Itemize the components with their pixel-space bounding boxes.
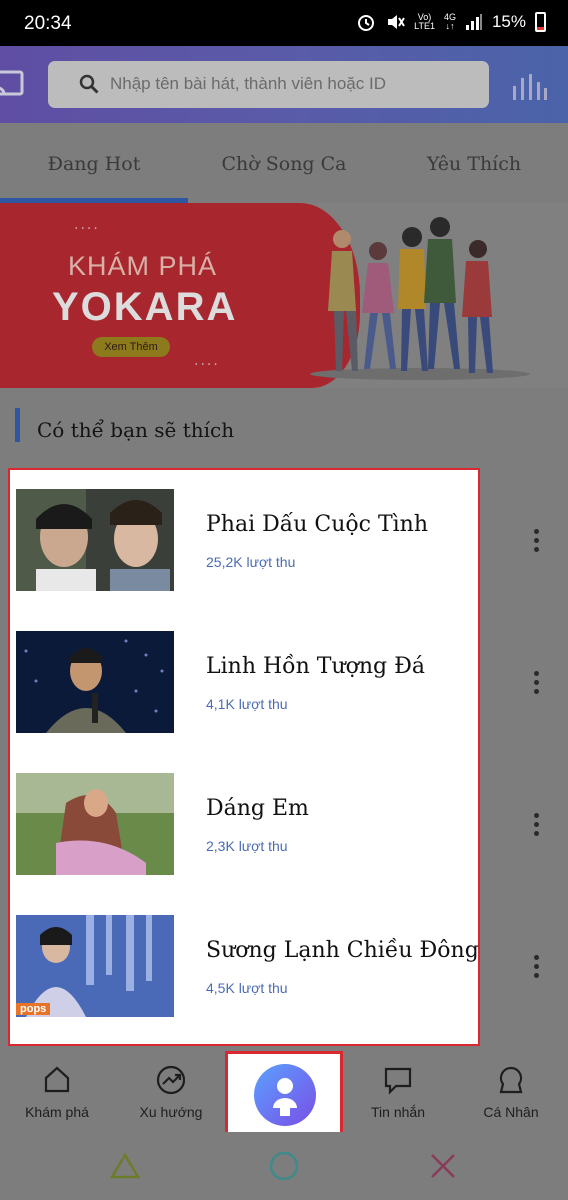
nav-tin-nhan[interactable]: Tin nhắn — [342, 1046, 454, 1132]
song-item[interactable]: Phai Dấu Cuộc Tình 25,2K lượt thu — [10, 470, 478, 612]
song-item[interactable]: Dáng Em 2,3K lượt thu — [10, 754, 478, 896]
message-icon — [384, 1067, 412, 1095]
recents-icon[interactable] — [429, 1152, 457, 1180]
trending-icon — [156, 1065, 186, 1095]
song-play-count: 2,3K lượt thu — [206, 838, 288, 854]
banner-dots: ···· — [74, 221, 100, 237]
more-options-icon[interactable] — [532, 813, 540, 839]
mute-icon — [388, 15, 405, 29]
more-options-icon[interactable] — [532, 529, 540, 555]
banner-line2: YOKARA — [52, 285, 238, 329]
home-icon — [44, 1066, 70, 1093]
system-nav-bar — [0, 1132, 568, 1200]
nav-kham-pha[interactable]: Khám phá — [0, 1046, 114, 1132]
song-title: Dáng Em — [206, 796, 309, 821]
home-circle-icon[interactable] — [268, 1150, 300, 1182]
song-thumbnail — [16, 489, 174, 591]
battery-percent: 15% — [491, 12, 526, 31]
banner-dots: ···· — [194, 357, 220, 373]
network-type: 4G ↓↑ — [443, 12, 456, 31]
search-input[interactable]: Nhập tên bài hát, thành viên hoặc ID — [48, 61, 489, 108]
search-placeholder: Nhập tên bài hát, thành viên hoặc ID — [110, 74, 386, 93]
song-title: Phai Dấu Cuộc Tình — [206, 512, 429, 537]
section-header: Có thể bạn sẽ thích — [0, 388, 568, 470]
nav-xu-huong[interactable]: Xu hướng — [114, 1046, 228, 1132]
section-title: Có thể bạn sẽ thích — [37, 418, 235, 442]
pops-badge: pops — [16, 1003, 51, 1015]
back-icon[interactable] — [110, 1152, 140, 1180]
nav-label: Tin nhắn — [371, 1104, 425, 1120]
status-time: 20:34 — [24, 13, 72, 34]
nav-label: Xu hướng — [139, 1104, 203, 1120]
more-options-icon[interactable] — [532, 671, 540, 697]
volte-label: Vo) LTE1 — [414, 12, 435, 31]
equalizer-icon[interactable] — [511, 74, 547, 100]
record-button[interactable] — [254, 1064, 316, 1126]
song-list: Phai Dấu Cuộc Tình 25,2K lượt thu Linh H… — [8, 468, 480, 1046]
promo-banner[interactable]: ···· ···· KHÁM PHÁ YOKARA Xem Thêm — [0, 203, 568, 388]
song-title: Sương Lạnh Chiều Đông — [206, 938, 479, 963]
song-play-count: 25,2K lượt thu — [206, 554, 296, 570]
cast-icon[interactable] — [0, 70, 26, 100]
status-bar: 20:34 Vo) LTE1 4G ↓↑ 15% — [0, 0, 568, 46]
song-title: Linh Hồn Tượng Đá — [206, 654, 425, 679]
nav-label: Khám phá — [25, 1104, 89, 1120]
nav-record-highlight[interactable] — [225, 1051, 343, 1138]
search-icon — [79, 74, 99, 94]
banner-more-button[interactable]: Xem Thêm — [92, 337, 170, 357]
profile-icon — [499, 1066, 523, 1094]
record-icon — [273, 1078, 297, 1116]
app-header: Nhập tên bài hát, thành viên hoặc ID — [0, 46, 568, 123]
tab-bar: Đang Hot Chờ Song Ca Yêu Thích — [0, 123, 568, 203]
battery-icon — [535, 12, 546, 32]
section-accent-bar — [15, 408, 20, 442]
song-play-count: 4,1K lượt thu — [206, 696, 288, 712]
song-thumbnail: pops — [16, 915, 174, 1017]
song-thumbnail — [16, 631, 174, 733]
singers-illustration — [310, 217, 530, 380]
more-options-icon[interactable] — [532, 955, 540, 981]
song-play-count: 4,5K lượt thu — [206, 980, 288, 996]
status-icons: Vo) LTE1 4G ↓↑ 15% — [356, 12, 546, 32]
nav-ca-nhan[interactable]: Cá Nhân — [454, 1046, 568, 1132]
tab-yeu-thich[interactable]: Yêu Thích — [380, 123, 568, 203]
banner-line1: KHÁM PHÁ — [68, 251, 218, 281]
signal-icon — [465, 14, 482, 30]
tab-cho-song-ca[interactable]: Chờ Song Ca — [188, 123, 380, 203]
alarm-icon — [358, 15, 375, 31]
nav-label: Cá Nhân — [483, 1104, 539, 1120]
song-item[interactable]: Linh Hồn Tượng Đá 4,1K lượt thu — [10, 612, 478, 754]
song-thumbnail — [16, 773, 174, 875]
tab-dang-hot[interactable]: Đang Hot — [0, 123, 188, 203]
song-item[interactable]: pops Sương Lạnh Chiều Đông 4,5K lượt thu — [10, 896, 479, 1038]
